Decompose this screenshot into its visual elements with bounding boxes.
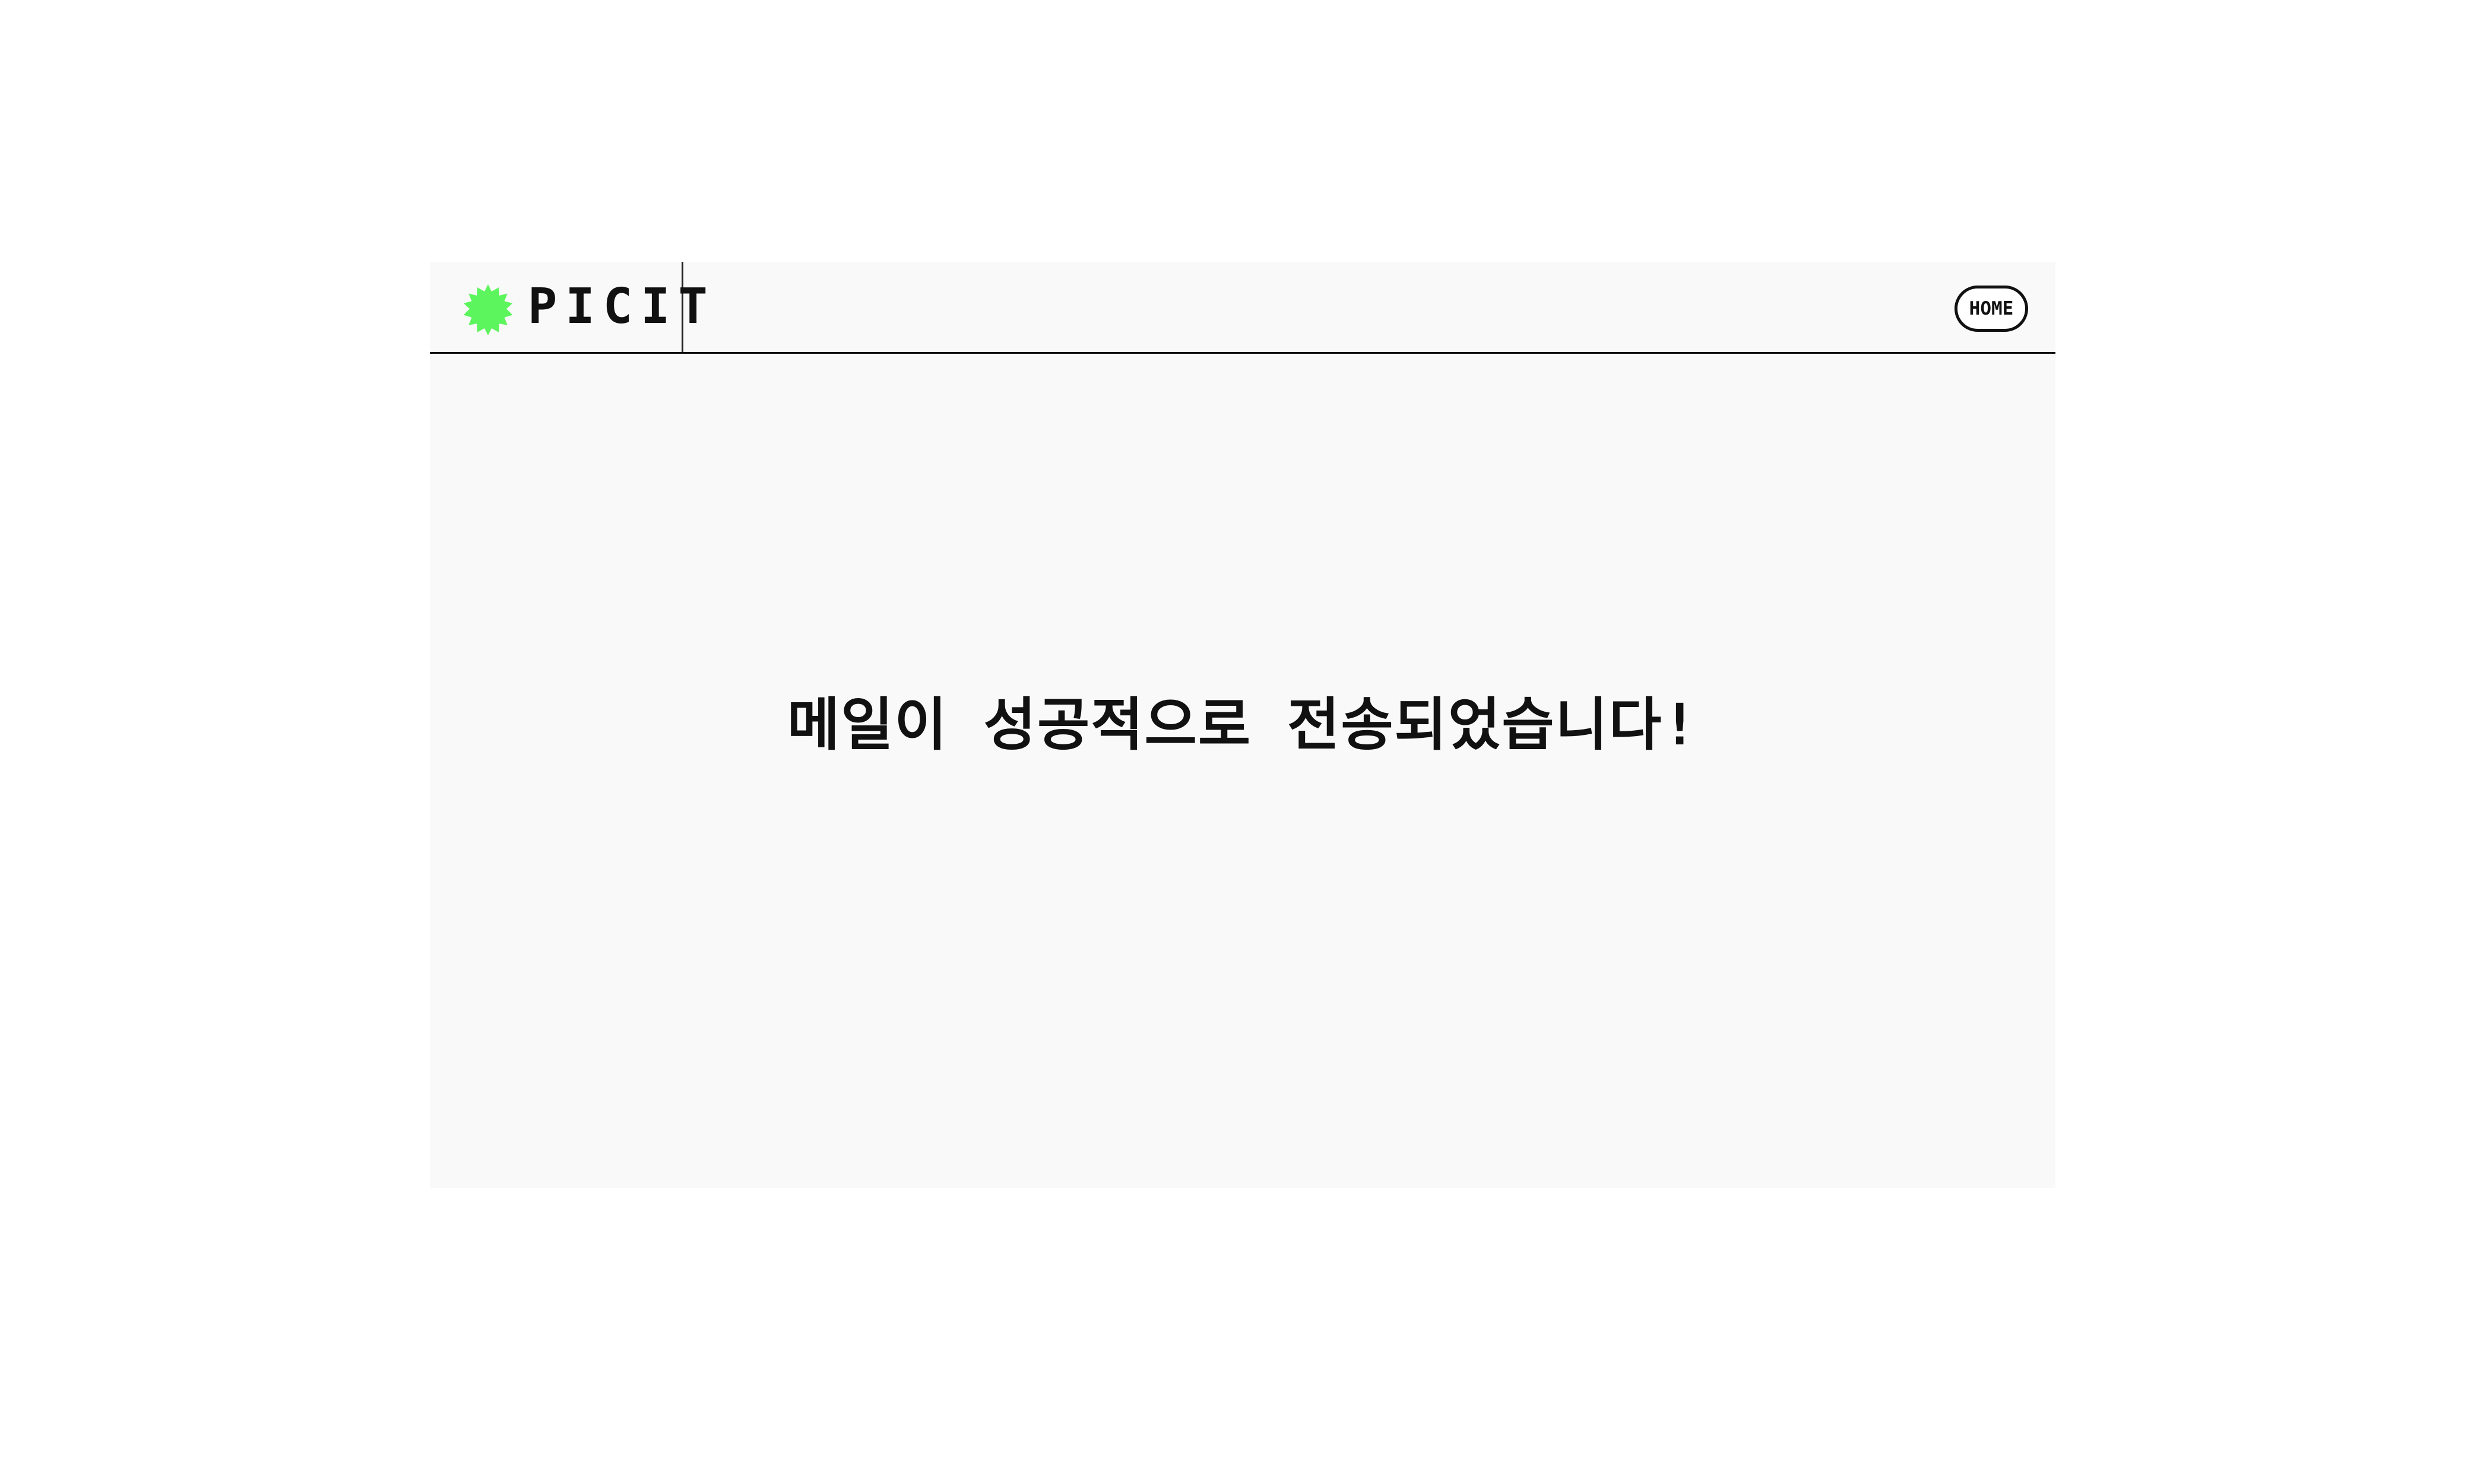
success-message: 메일이 성공적으로 전송되었습니다!: [787, 692, 1699, 758]
top-header: PICIT HOME: [430, 262, 2055, 354]
green-burst-icon: [463, 284, 513, 335]
brand-name: PICIT: [528, 278, 716, 335]
brand-block[interactable]: PICIT: [430, 262, 708, 352]
app-window: PICIT HOME 메일이 성공적으로 전송되었습니다!: [430, 262, 2055, 1188]
home-button[interactable]: HOME: [1955, 286, 2028, 332]
